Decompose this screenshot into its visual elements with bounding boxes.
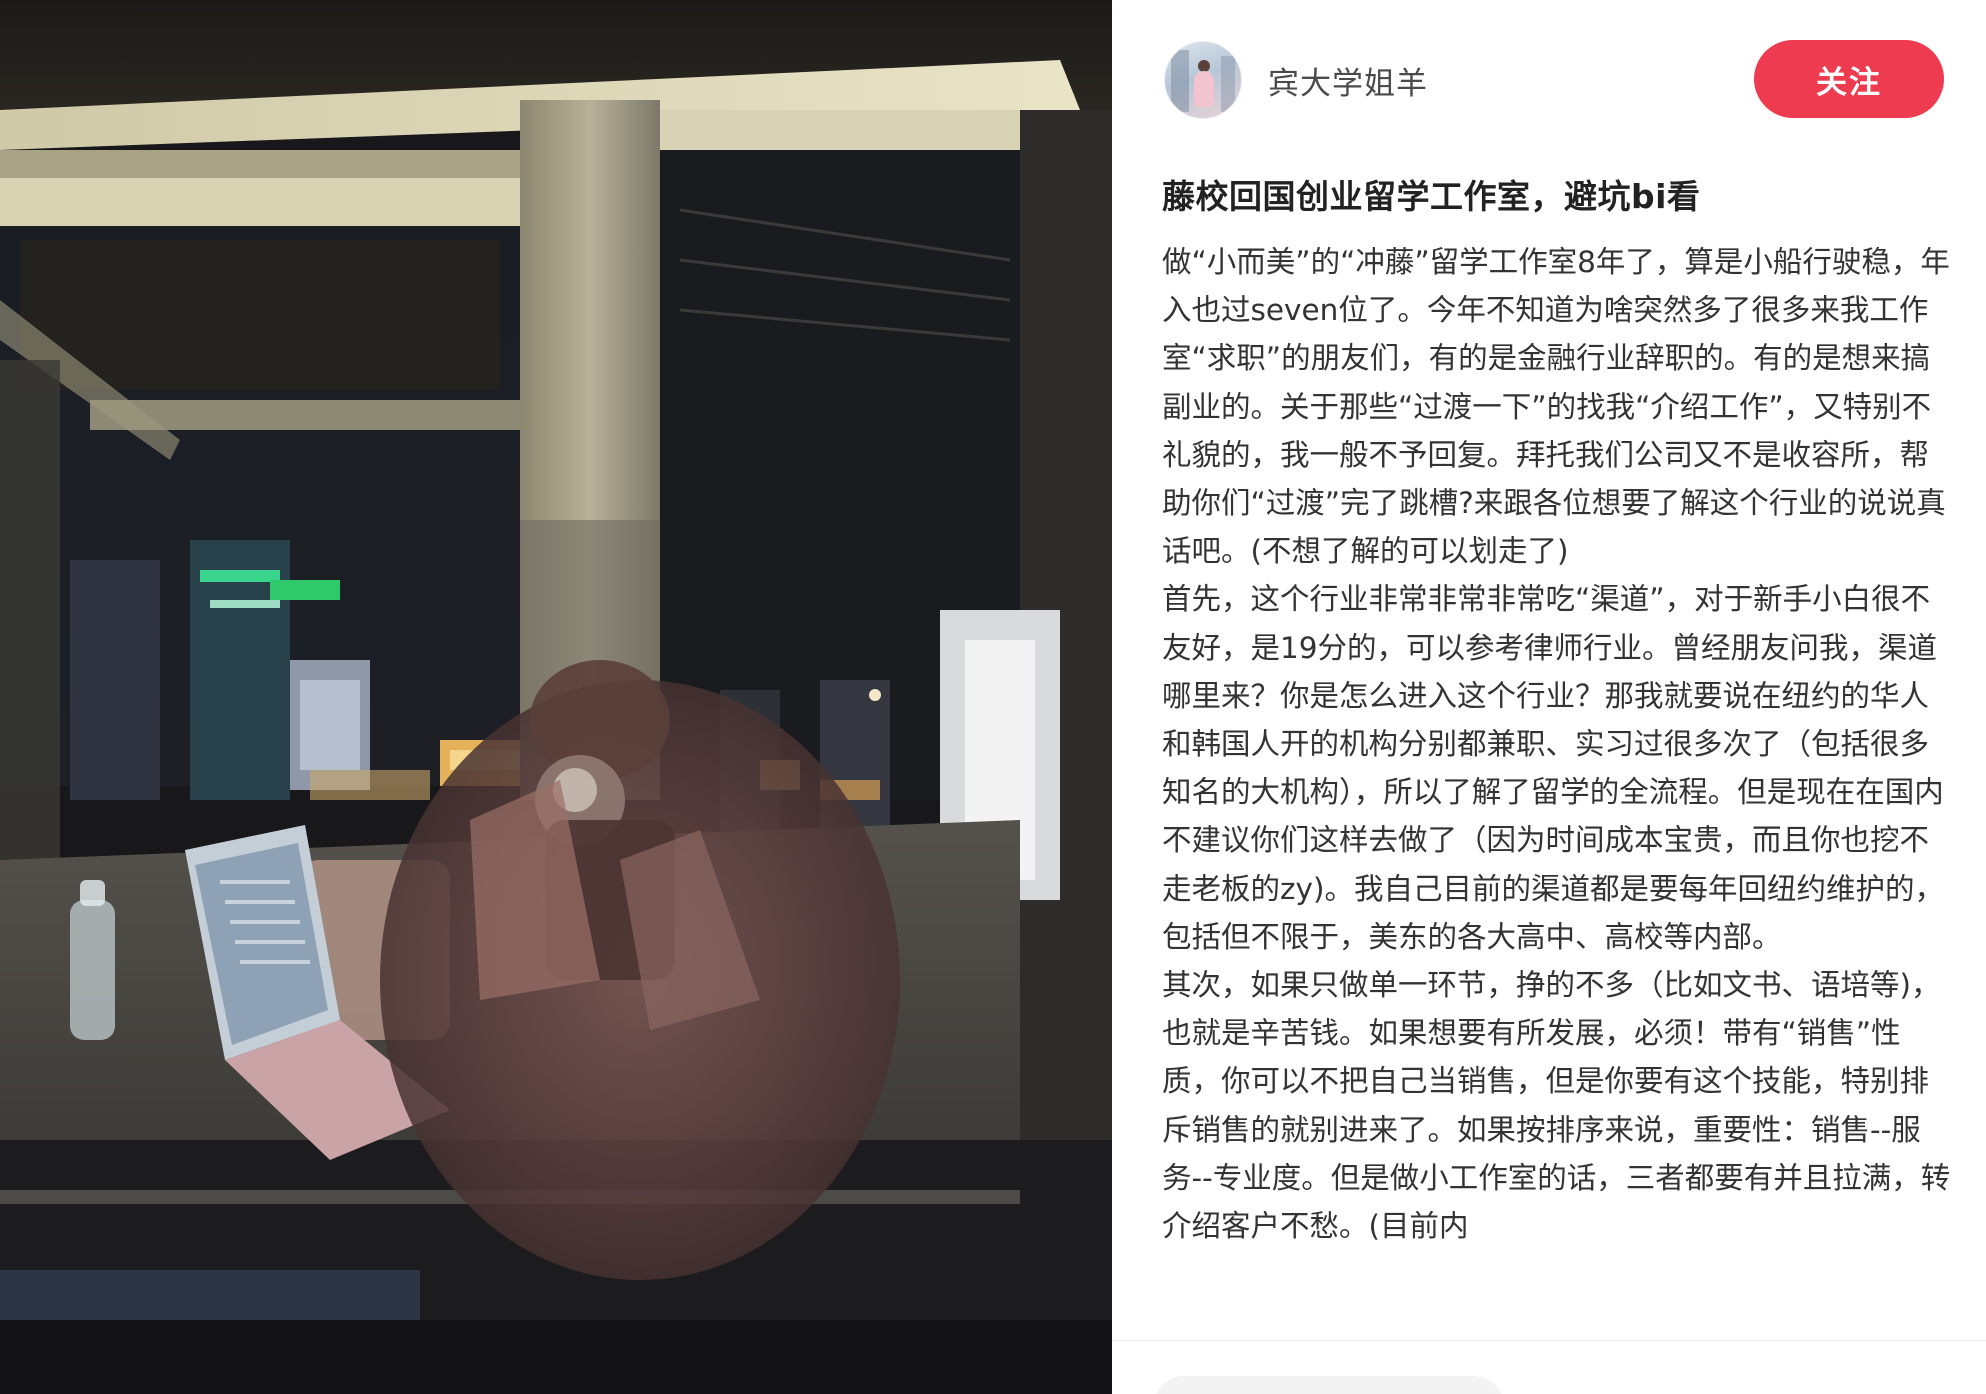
avatar-figure-body (1194, 71, 1214, 107)
post-body: 做“小而美”的“冲藤”留学工作室8年了，算是小船行驶稳，年入也过seven位了。… (1162, 238, 1952, 1338)
post-detail-pane: 宾大学姐羊 关注 藤校回国创业留学工作室，避坑bi看 做“小而美”的“冲藤”留学… (1112, 0, 1986, 1394)
avatar-building-left (1171, 50, 1189, 112)
photo-image (0, 0, 1112, 1394)
post-paragraph: 首先，这个行业非常非常非常吃“渠道”，对于新手小白很不友好，是19分的，可以参考… (1162, 582, 1944, 954)
post-paragraph: 其次，如果只做单一环节，挣的不多（比如文书、语培等)，也就是辛苦钱。如果想要有所… (1162, 968, 1951, 1244)
author-bar: 宾大学姐羊 关注 (1164, 40, 1946, 120)
post-photo[interactable] (0, 0, 1112, 1394)
comment-input[interactable] (1154, 1376, 1504, 1394)
avatar-building-right (1221, 56, 1235, 112)
post-title: 藤校回国创业留学工作室，避坑bi看 (1162, 177, 1701, 216)
author-name[interactable]: 宾大学姐羊 (1268, 58, 1428, 103)
follow-button[interactable]: 关注 (1754, 40, 1944, 118)
post-paragraph: 做“小而美”的“冲藤”留学工作室8年了，算是小船行驶稳，年入也过seven位了。… (1162, 245, 1950, 569)
bottom-divider (1112, 1340, 1986, 1341)
avatar[interactable] (1164, 41, 1242, 119)
